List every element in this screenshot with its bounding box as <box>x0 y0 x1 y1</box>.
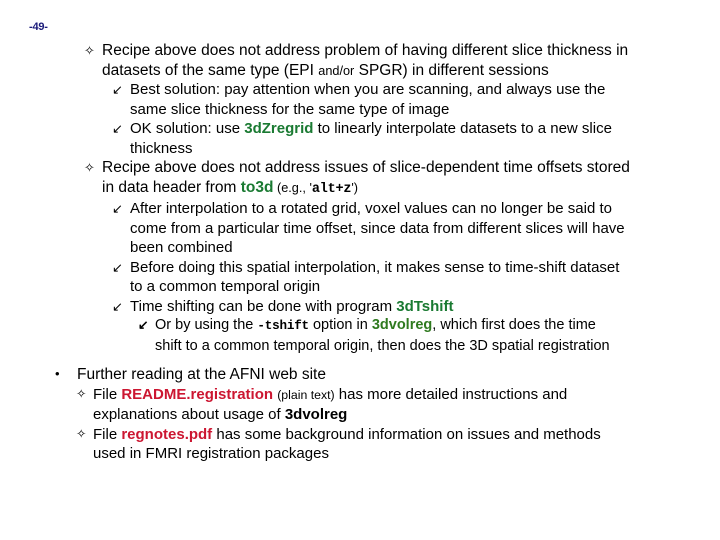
text-run-small: (plain text) <box>277 387 335 402</box>
text-run: explanations about usage of <box>93 406 285 423</box>
text-run: Before doing this spatial interpolation,… <box>130 258 620 276</box>
text-run: come from a particular time offset, sinc… <box>130 219 625 237</box>
list-item-text: Further reading at the AFNI web site <box>77 366 326 383</box>
arrow-sw-bullet-icon: ↙ <box>112 82 123 97</box>
dot-bullet-icon: • <box>55 366 60 381</box>
program-name: 3dTshift <box>396 297 454 315</box>
text-run: Or by using the <box>155 317 258 333</box>
list-item: ✧ File regnotes.pdf has some background … <box>0 425 720 464</box>
program-name: 3dvolreg <box>284 406 348 423</box>
arrow-sw-bullet-icon: ↙ <box>112 121 123 136</box>
slide-body: ✧ Recipe above does not address problem … <box>0 41 720 464</box>
list-item: ✧ Recipe above does not address problem … <box>0 41 720 80</box>
list-item: ↙ Time shifting can be done with program… <box>0 297 720 317</box>
list-item: ↙ Best solution: pay attention when you … <box>0 80 720 119</box>
list-item-text: Time shifting can be done with program 3… <box>130 297 720 317</box>
text-run: OK solution: use <box>130 120 245 137</box>
text-run: datasets of the same type (EPI <box>102 61 319 79</box>
page-number: -49- <box>29 21 48 33</box>
list-item-text: OK solution: use 3dZregrid to linearly i… <box>130 119 720 158</box>
text-run: same slice thickness for the same type o… <box>130 100 450 118</box>
slide: -49- ✧ Recipe above does not address pro… <box>0 0 720 540</box>
file-name: regnotes.pdf <box>121 425 213 443</box>
text-run: been combined <box>130 239 233 256</box>
text-run: (e.g., ' <box>273 179 312 195</box>
diamond-bullet-icon: ✧ <box>84 43 95 58</box>
text-run: File <box>93 425 122 443</box>
list-item: ✧ Recipe above does not address issues o… <box>0 158 720 199</box>
program-name: 3dZregrid <box>244 120 314 137</box>
arrow-sw-bullet-icon: ↙ <box>138 318 149 332</box>
list-item-text: Before doing this spatial interpolation,… <box>130 258 720 297</box>
program-name: 3dvolreg <box>371 317 433 333</box>
list-item-text: Or by using the -tshift option in 3dvolr… <box>155 316 720 356</box>
list-item: • Further reading at the AFNI web site <box>0 365 720 385</box>
text-run: , which first does the time <box>432 317 596 333</box>
option-name: alt+z <box>311 181 352 197</box>
arrow-sw-bullet-icon: ↙ <box>112 201 123 216</box>
arrow-sw-bullet-icon: ↙ <box>112 259 123 275</box>
list-item: ↙ OK solution: use 3dZregrid to linearly… <box>0 119 720 158</box>
arrow-sw-bullet-icon: ↙ <box>112 298 123 314</box>
text-run: Recipe above does not address issues of … <box>102 159 630 176</box>
diamond-bullet-icon: ✧ <box>76 426 87 441</box>
list-item-text: File README.registration (plain text) ha… <box>93 385 720 425</box>
text-run-small: and/or <box>318 62 355 78</box>
text-run: shift to a common temporal origin, then … <box>155 337 610 354</box>
text-run: has some background information on issue… <box>212 425 601 443</box>
text-run: Time shifting can be done with program <box>130 297 397 315</box>
text-run: thickness <box>130 139 193 157</box>
text-run: File <box>93 385 122 403</box>
list-item: ↙ After interpolation to a rotated grid,… <box>0 199 720 258</box>
file-name: README.registration <box>121 385 274 403</box>
text-run: ') <box>351 179 358 195</box>
text-run: to a common temporal origin <box>130 278 321 295</box>
program-name: to3d <box>240 178 274 196</box>
text-run: After interpolation to a rotated grid, v… <box>130 200 612 217</box>
list-item: ↙ Or by using the -tshift option in 3dvo… <box>0 316 720 356</box>
list-item-text: Recipe above does not address problem of… <box>102 41 720 80</box>
text-run: option in <box>308 317 372 333</box>
list-item: ↙ Before doing this spatial interpolatio… <box>0 258 720 297</box>
diamond-bullet-icon: ✧ <box>76 386 87 401</box>
text-run: SPGR) in different sessions <box>354 61 549 79</box>
list-item-text: After interpolation to a rotated grid, v… <box>130 199 720 258</box>
text-run: Recipe above does not address problem of… <box>102 42 629 59</box>
text-run: used in FMRI registration packages <box>93 445 329 462</box>
list-item-text: Recipe above does not address issues of … <box>102 158 720 199</box>
text-run: to linearly interpolate datasets to a ne… <box>313 120 612 137</box>
list-item: ✧ File README.registration (plain text) … <box>0 385 720 425</box>
option-name: -tshift <box>257 319 309 333</box>
list-item-text: Best solution: pay attention when you ar… <box>130 80 720 119</box>
text-run: Best solution: pay attention when you ar… <box>130 81 606 98</box>
diamond-bullet-icon: ✧ <box>84 160 95 175</box>
text-run: in data header from <box>102 178 241 196</box>
list-item-text: File regnotes.pdf has some background in… <box>93 425 720 464</box>
text-run: has more detailed instructions and <box>334 385 568 403</box>
